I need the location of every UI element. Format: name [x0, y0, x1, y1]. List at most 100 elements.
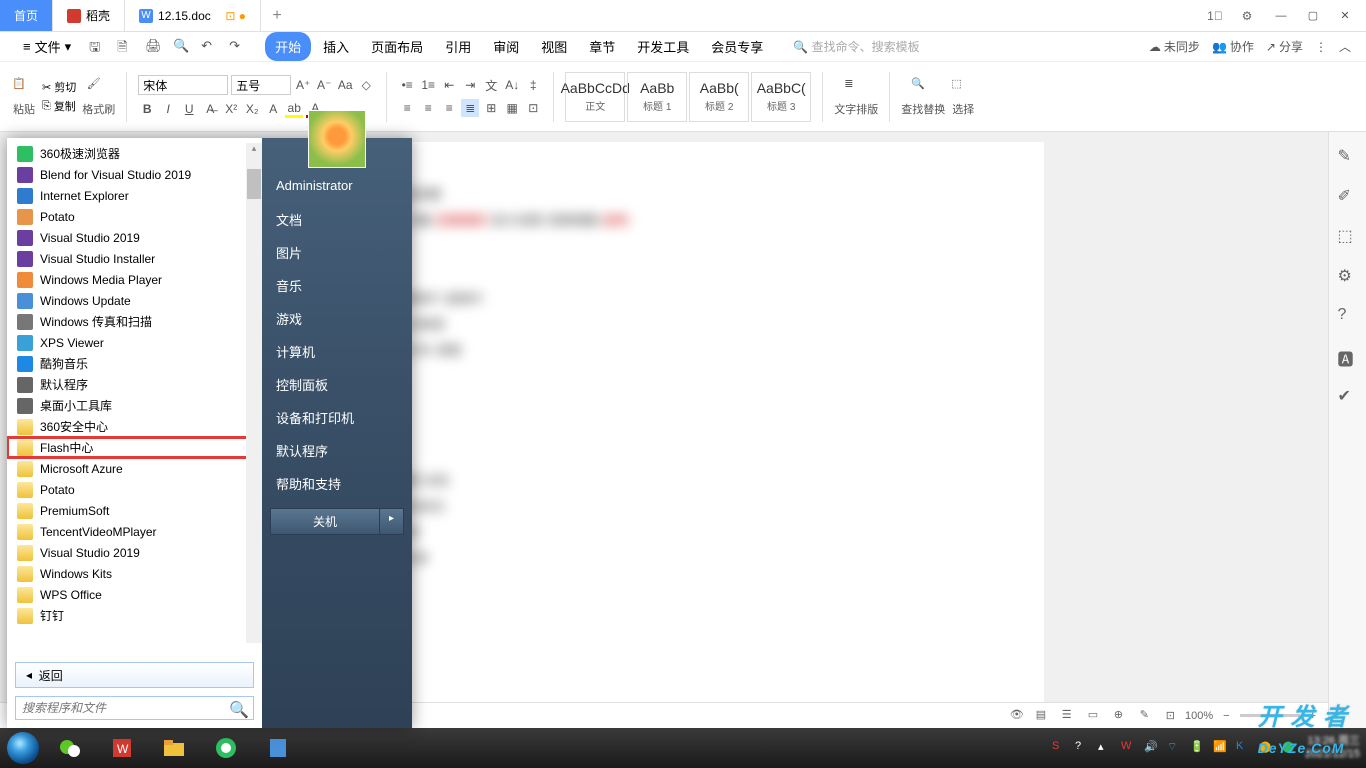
subscript-icon[interactable]: X₂ [243, 100, 261, 118]
tab-document[interactable]: W12.15.doc ⊡ ● [125, 0, 261, 31]
italic-icon[interactable]: I [159, 100, 177, 118]
numbering-icon[interactable]: 1≡ [419, 76, 437, 94]
start-app-11[interactable]: 默认程序 [7, 374, 262, 395]
rail-proof-icon[interactable]: ✔ [1338, 386, 1358, 406]
menu-tab-3[interactable]: 引用 [435, 32, 481, 61]
more-menu[interactable]: ⋮ [1315, 38, 1327, 55]
start-app-5[interactable]: Visual Studio Installer [7, 248, 262, 269]
settings-gear-icon[interactable]: ⚙ [1236, 5, 1258, 27]
start-app-6[interactable]: Windows Media Player [7, 269, 262, 290]
copy-button[interactable]: ⎘ 复制 [42, 98, 76, 114]
tray-wps-icon[interactable]: W [1121, 740, 1137, 756]
start-right-link-4[interactable]: 计算机 [262, 335, 412, 368]
shading-icon[interactable]: ▦ [503, 99, 521, 117]
status-view3-icon[interactable]: ▭ [1088, 708, 1104, 724]
start-app-13[interactable]: 360安全中心 [7, 416, 262, 437]
taskbar-wps[interactable]: W [97, 729, 147, 767]
taskbar-wechat[interactable] [45, 729, 95, 767]
font-size-select[interactable] [231, 75, 291, 95]
text-direction-icon[interactable]: 文 [482, 76, 500, 94]
close-button[interactable]: ✕ [1332, 5, 1358, 27]
start-search-input[interactable] [15, 696, 254, 720]
start-app-0[interactable]: 360极速浏览器 [7, 143, 262, 164]
start-app-10[interactable]: 酷狗音乐 [7, 353, 262, 374]
status-edit-icon[interactable]: ✎ [1140, 708, 1156, 724]
zoom-fit-icon[interactable]: ⊡ [1166, 709, 1175, 722]
align-right-icon[interactable]: ≡ [440, 99, 458, 117]
start-app-19[interactable]: Visual Studio 2019 [7, 542, 262, 563]
indent-inc-icon[interactable]: ⇥ [461, 76, 479, 94]
start-app-16[interactable]: Potato [7, 479, 262, 500]
qat-save-as-icon[interactable]: 🗎 [117, 38, 135, 56]
collapse-ribbon[interactable]: ︿ [1339, 38, 1351, 55]
rail-select-icon[interactable]: ⬚ [1338, 226, 1358, 246]
start-app-8[interactable]: Windows 传真和扫描 [7, 311, 262, 332]
rail-pen-icon[interactable]: ✐ [1338, 186, 1358, 206]
menu-tab-4[interactable]: 审阅 [483, 32, 529, 61]
distribute-icon[interactable]: ⊞ [482, 99, 500, 117]
menu-tab-1[interactable]: 插入 [313, 32, 359, 61]
qat-preview-icon[interactable]: 🔍 [173, 38, 191, 56]
tray-battery-icon[interactable]: 🔋 [1190, 740, 1206, 756]
style-item-2[interactable]: AaBb(标题 2 [689, 72, 749, 122]
text-layout-button[interactable]: ≣文字排版 [834, 77, 878, 117]
tray-kugou-icon[interactable]: K [1236, 740, 1252, 756]
qat-undo-icon[interactable]: ↶ [201, 38, 219, 56]
highlight-icon[interactable]: ab [285, 100, 303, 118]
start-app-12[interactable]: 桌面小工具库 [7, 395, 262, 416]
start-app-15[interactable]: Microsoft Azure [7, 458, 262, 479]
start-menu-scrollbar[interactable]: ▴ [246, 143, 262, 643]
start-app-4[interactable]: Visual Studio 2019 [7, 227, 262, 248]
start-app-3[interactable]: Potato [7, 206, 262, 227]
menu-tab-2[interactable]: 页面布局 [361, 32, 433, 61]
strike-icon[interactable]: A̶ [201, 100, 219, 118]
status-web-icon[interactable]: ⊕ [1114, 708, 1130, 724]
start-app-14[interactable]: Flash中心 [7, 437, 262, 458]
start-right-link-0[interactable]: 文档 [262, 203, 412, 236]
style-item-0[interactable]: AaBbCcDd正文 [565, 72, 625, 122]
start-right-link-1[interactable]: 图片 [262, 236, 412, 269]
zoom-out-button[interactable]: − [1223, 710, 1229, 722]
start-app-1[interactable]: Blend for Visual Studio 2019 [7, 164, 262, 185]
bullets-icon[interactable]: •≡ [398, 76, 416, 94]
taskbar-notepad[interactable] [253, 729, 303, 767]
format-painter-button[interactable]: 🖌格式刷 [82, 77, 115, 117]
shutdown-button[interactable]: 关机 [270, 508, 380, 535]
rail-settings-icon[interactable]: ⚙ [1338, 266, 1358, 286]
start-menu-back[interactable]: ◂ 返回 [15, 662, 254, 688]
tray-help-icon[interactable]: ? [1075, 740, 1091, 756]
sort-icon[interactable]: A↓ [503, 76, 521, 94]
start-app-17[interactable]: PremiumSoft [7, 500, 262, 521]
taskbar-browser[interactable] [201, 729, 251, 767]
align-left-icon[interactable]: ≡ [398, 99, 416, 117]
start-app-9[interactable]: XPS Viewer [7, 332, 262, 353]
status-view1-icon[interactable]: ▤ [1036, 708, 1052, 724]
align-center-icon[interactable]: ≡ [419, 99, 437, 117]
qat-print-icon[interactable]: 🖨 [145, 38, 163, 56]
select-button[interactable]: ⬚选择 [951, 77, 975, 117]
qat-redo-icon[interactable]: ↷ [229, 38, 247, 56]
clear-format-icon[interactable]: ◇ [357, 76, 375, 94]
command-search[interactable]: 🔍 查找命令、搜索模板 [793, 38, 919, 55]
style-item-3[interactable]: AaBbC(标题 3 [751, 72, 811, 122]
file-menu[interactable]: ≡ 文件 ▾ [15, 34, 79, 59]
menu-tab-5[interactable]: 视图 [531, 32, 577, 61]
start-right-link-3[interactable]: 游戏 [262, 302, 412, 335]
new-tab-button[interactable]: + [261, 0, 293, 31]
underline-icon[interactable]: U [180, 100, 198, 118]
start-menu-search[interactable]: 🔍 [15, 696, 254, 720]
zoom-level[interactable]: 100% [1185, 710, 1213, 722]
indent-dec-icon[interactable]: ⇤ [440, 76, 458, 94]
tray-up-icon[interactable]: ▴ [1098, 740, 1114, 756]
maximize-button[interactable]: ▢ [1300, 5, 1326, 27]
rail-style-icon[interactable]: ✎ [1338, 146, 1358, 166]
taskbar-explorer[interactable] [149, 729, 199, 767]
tray-network-icon[interactable]: 📶 [1213, 740, 1229, 756]
menu-tab-8[interactable]: 会员专享 [701, 32, 773, 61]
user-avatar[interactable] [308, 110, 366, 168]
find-replace-button[interactable]: 🔍查找替换 [901, 77, 945, 117]
change-case-icon[interactable]: Aa [336, 76, 354, 94]
start-app-7[interactable]: Windows Update [7, 290, 262, 311]
start-right-link-7[interactable]: 默认程序 [262, 434, 412, 467]
rail-translate-icon[interactable]: 🅰 [1338, 346, 1358, 366]
